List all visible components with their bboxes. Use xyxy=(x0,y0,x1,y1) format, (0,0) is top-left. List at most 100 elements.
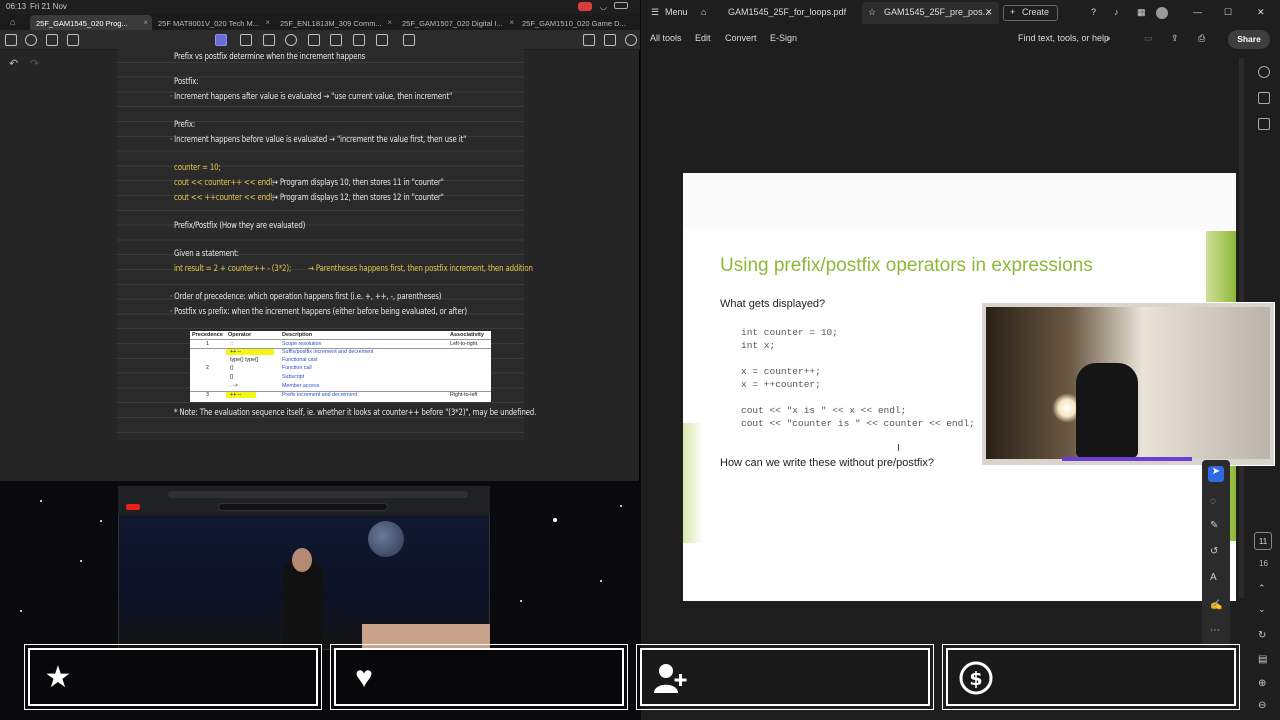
pdf-tab-0[interactable]: GAM1545_25F_for_loops.pdf xyxy=(728,7,846,17)
table-cell: Suffix/postfix increment and decrement xyxy=(282,349,374,355)
more-icon[interactable] xyxy=(625,34,637,46)
notes-tab-1[interactable]: 25F MAT8001V_020 Tech M... × xyxy=(152,15,274,30)
menu-all-tools[interactable]: All tools xyxy=(650,33,682,43)
help-icon[interactable]: ? xyxy=(1091,7,1096,17)
hamburger-icon[interactable]: ☰ xyxy=(651,7,659,18)
pdf-tab-1[interactable]: GAM1545_25F_pre_pos... xyxy=(884,7,990,17)
comment-icon[interactable] xyxy=(1258,92,1270,104)
share-button[interactable]: Share xyxy=(1228,30,1270,49)
notes-tab-4[interactable]: 25F_GAM1510_020 Game D... xyxy=(516,15,638,30)
screen: 06:13 Fri 21 Nov ◡ ⌂ 25F_GAM1545_020 Pro… xyxy=(0,0,1280,720)
note-line: * Note: The evaluation sequence itself, … xyxy=(174,408,537,418)
sign-icon[interactable]: ✍ xyxy=(1210,600,1222,611)
shapes-icon[interactable] xyxy=(285,34,297,46)
minimize-icon[interactable]: — xyxy=(1193,7,1202,17)
ai-assistant-icon[interactable] xyxy=(1258,66,1270,78)
menu-esign[interactable]: E-Sign xyxy=(770,33,797,43)
comment-tool-icon[interactable]: ◌ xyxy=(1210,496,1216,507)
zoom-in-icon[interactable]: ⊕ xyxy=(1258,678,1266,689)
bookmark-icon[interactable] xyxy=(46,34,58,46)
home-icon[interactable]: ⌂ xyxy=(701,7,706,17)
pages-icon[interactable] xyxy=(67,34,79,46)
home-icon[interactable]: ⌂ xyxy=(10,17,15,27)
add-page-icon[interactable] xyxy=(583,34,595,46)
text-box-icon[interactable]: A xyxy=(1210,572,1217,583)
table-cell: Scope resolution xyxy=(282,341,322,347)
menu-convert[interactable]: Convert xyxy=(725,33,757,43)
close-window-icon[interactable]: ✕ xyxy=(1257,7,1265,18)
pen-tool-icon[interactable] xyxy=(215,34,227,46)
close-icon[interactable]: × xyxy=(387,18,392,27)
apps-icon[interactable]: ▦ xyxy=(1137,7,1146,18)
upload-icon[interactable]: ⇪ xyxy=(1171,33,1179,44)
create-label: Create xyxy=(1022,7,1050,17)
desk-light xyxy=(1062,457,1192,461)
browser-chrome xyxy=(118,486,490,515)
redo-icon[interactable]: ↷ xyxy=(30,57,39,70)
notes-tab-2[interactable]: 25F_ENL1813M_309 Comm... × xyxy=(274,15,396,30)
note-line: Prefix: xyxy=(174,120,196,130)
text-icon[interactable] xyxy=(263,34,275,46)
note-line: Prefix/Postfix (How they are evaluated) xyxy=(174,221,306,231)
close-icon[interactable]: ✕ xyxy=(985,7,993,18)
lasso-icon[interactable]: ↺ xyxy=(1210,546,1218,557)
close-icon[interactable]: × xyxy=(265,18,270,27)
undo-icon[interactable]: ↶ xyxy=(9,57,18,70)
chevron-down-icon[interactable]: ⌄ xyxy=(1258,604,1266,615)
sidebar-icon[interactable] xyxy=(5,34,17,46)
pen-icon[interactable]: ✎ xyxy=(1210,520,1218,531)
star xyxy=(40,500,42,502)
select-tool-icon[interactable]: ➤ xyxy=(1208,466,1224,482)
precedence-table: Precedence Operator Description Associat… xyxy=(190,331,491,402)
save-icon[interactable]: ▭ xyxy=(1144,33,1153,44)
refresh-icon[interactable]: ↻ xyxy=(1258,630,1266,641)
table-header: Description xyxy=(282,332,313,338)
avatar[interactable] xyxy=(1156,7,1168,19)
table-cell: Left-to-right xyxy=(450,341,478,347)
print-icon[interactable]: ⎙ xyxy=(1198,33,1205,44)
date: Fri 21 Nov xyxy=(30,2,67,11)
chevron-up-icon[interactable]: ⌃ xyxy=(1258,583,1266,594)
table-cell: 1 xyxy=(206,341,209,347)
image-icon[interactable] xyxy=(308,34,320,46)
star xyxy=(600,580,602,582)
menu-edit[interactable]: Edit xyxy=(695,33,711,43)
menu-button[interactable]: Menu xyxy=(665,7,688,17)
lasso-icon[interactable] xyxy=(240,34,252,46)
page-tools-icon[interactable]: ▤ xyxy=(1258,654,1267,665)
user-plus-icon xyxy=(652,660,688,696)
page-number-input[interactable]: 11 xyxy=(1254,532,1272,550)
comment-icon[interactable] xyxy=(353,34,365,46)
star-icon[interactable]: ☆ xyxy=(868,7,876,18)
slide-header-band xyxy=(683,173,1236,229)
maximize-icon[interactable]: ☐ xyxy=(1224,7,1232,18)
search-icon[interactable]: ⌕ xyxy=(1106,33,1111,44)
close-icon[interactable]: × xyxy=(509,18,514,27)
link-icon[interactable] xyxy=(376,34,388,46)
table-header: Associativity xyxy=(450,332,484,338)
bell-icon[interactable]: ♪ xyxy=(1114,7,1119,17)
code-line: cout << "x is " << x << endl; xyxy=(741,405,907,416)
table-header: Operator xyxy=(228,332,252,338)
sticker-icon[interactable] xyxy=(330,34,342,46)
share-icon[interactable] xyxy=(604,34,616,46)
zoom-out-icon[interactable]: ⊖ xyxy=(1258,700,1266,711)
divider xyxy=(190,339,491,340)
find-label[interactable]: Find text, tools, or help xyxy=(1018,33,1109,43)
search-input[interactable] xyxy=(218,503,388,511)
like-alert-box: ♥ xyxy=(330,644,628,710)
address-bar[interactable] xyxy=(168,491,468,498)
tab-label: 25F_GAM1510_020 Game D... xyxy=(522,19,626,28)
notes-tab-bar: ⌂ 25F_GAM1545_020 Prog... × 25F MAT8001V_… xyxy=(0,14,640,30)
more-icon[interactable]: ⋯ xyxy=(1210,625,1220,636)
bookmark-icon[interactable] xyxy=(1258,118,1270,130)
mic-icon[interactable] xyxy=(403,34,415,46)
tab-label: 25F MAT8001V_020 Tech M... xyxy=(158,19,260,28)
note-line: · Postfix vs prefix: when the increment … xyxy=(170,307,467,317)
video-inset xyxy=(362,624,490,650)
notes-tab-3[interactable]: 25F_GAM1507_020 Digital I... × xyxy=(396,15,518,30)
tab-label: 25F_GAM1507_020 Digital I... xyxy=(402,19,503,28)
close-icon[interactable]: × xyxy=(143,18,148,27)
search-icon[interactable] xyxy=(25,34,37,46)
notes-tab-0[interactable]: 25F_GAM1545_020 Prog... × xyxy=(30,15,152,30)
